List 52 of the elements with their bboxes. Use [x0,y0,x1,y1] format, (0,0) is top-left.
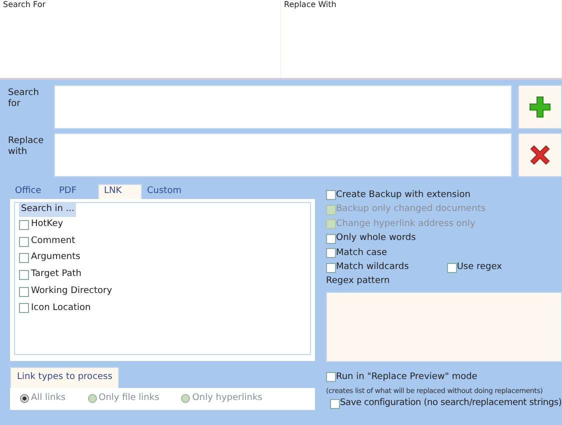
group-legend: Search in ... [19,203,76,216]
checkbox[interactable] [326,190,336,200]
checkbox-label: Comment [31,234,76,248]
radio-label: All links [31,392,66,405]
plus-icon [529,96,551,118]
checkbox-label: Target Path [31,268,82,282]
checkbox-label: Only whole words [336,232,416,245]
field-label: Replace with [8,135,45,159]
regex-field[interactable] [326,292,562,362]
radio-button[interactable] [181,394,190,403]
checkbox-label: Match case [336,246,388,260]
checkbox-label: Use regex [456,261,502,274]
checkbox-label: Create Backup with extension [336,188,470,202]
radio-label: Only file links [98,392,160,405]
checkbox[interactable] [326,372,336,382]
text-field[interactable] [54,85,512,129]
field-label: Regex pattern [326,275,391,288]
checkbox[interactable] [19,303,29,314]
checkbox-label: Change hyperlink address only [336,218,476,230]
tab[interactable]: LNK [98,184,142,199]
checkbox[interactable] [330,398,340,409]
column-header: Replace With [283,0,338,10]
checkbox[interactable] [326,262,336,273]
checkbox-label: Match wildcards [336,261,409,274]
radio-button[interactable] [88,394,97,403]
radio-label: Only hyperlinks [192,392,262,405]
column-header: Search For [2,0,47,10]
checkbox-label: Working Directory [31,284,112,298]
checkbox[interactable] [19,270,29,280]
checkbox[interactable] [446,262,457,273]
add-button[interactable] [518,85,562,129]
checkbox[interactable] [19,236,29,247]
checkbox-label: Backup only changed documents [336,203,486,216]
remove-button[interactable] [518,133,562,177]
checkbox-label: Run in "Replace Preview" mode [336,370,478,384]
text-field[interactable] [54,133,512,177]
checkbox[interactable] [19,220,29,230]
checkbox[interactable] [326,248,336,258]
checkbox[interactable] [326,234,336,244]
field-label: Search for [8,87,40,111]
tab[interactable]: Custom [142,184,188,199]
checkbox-label: Icon Location [31,302,91,315]
checkbox-label: Save configuration (no search/replacement strings) [340,397,562,410]
checkbox-label: HotKey [31,218,64,232]
checkbox[interactable] [19,253,29,264]
checkbox[interactable] [19,286,29,297]
tab[interactable]: Office [10,184,54,199]
radio-button[interactable] [20,394,29,403]
checkbox-label: Arguments [31,251,80,264]
tab[interactable]: PDF [54,184,98,199]
group-header: Link types to process [10,367,120,388]
close-icon [529,144,551,166]
